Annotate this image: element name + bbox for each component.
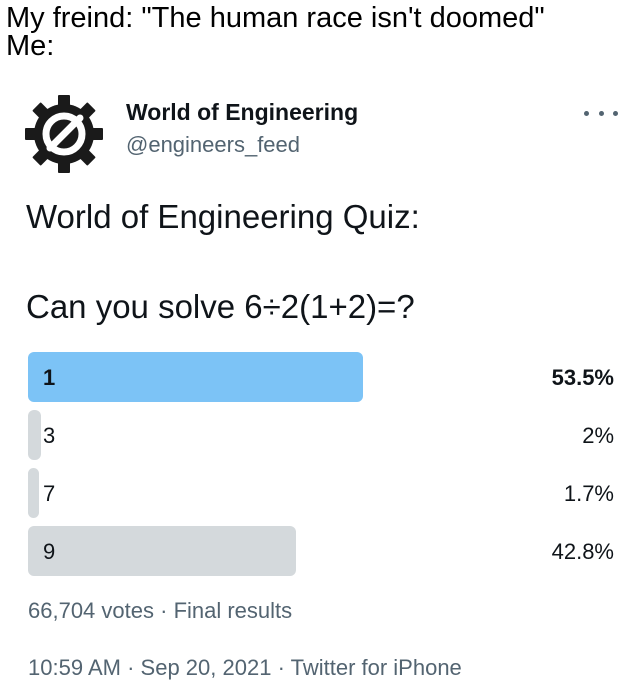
tweet-date[interactable]: Sep 20, 2021: [141, 655, 272, 680]
poll-status: Final results: [173, 598, 293, 623]
poll-option: 1 53.5%: [28, 352, 614, 402]
tweet-text-title: World of Engineering Quiz:: [26, 198, 420, 235]
more-dot: [584, 110, 589, 116]
poll-option-label: 1: [43, 365, 56, 390]
poll-option-label: 7: [43, 481, 56, 506]
poll-option: 3 2%: [28, 410, 614, 460]
author-display-name[interactable]: World of Engineering: [126, 99, 358, 126]
gear-logo-icon[interactable]: [22, 92, 106, 176]
poll-option-bar: [28, 352, 363, 402]
poll: 1 53.5% 3 2% 7 1.7% 9 42.8%: [28, 352, 614, 584]
poll-option-percent: 53.5%: [551, 365, 614, 390]
tweet-card: World of Engineering @engineers_feed Wor…: [0, 0, 640, 694]
poll-option-bar: [28, 468, 39, 518]
author-handle[interactable]: @engineers_feed: [126, 132, 300, 158]
poll-option-label: 9: [43, 539, 56, 564]
poll-option-bar: [28, 526, 296, 576]
poll-option-percent: 1.7%: [563, 481, 614, 506]
poll-vote-count: 66,704 votes: [28, 598, 154, 623]
poll-option: 9 42.8%: [28, 526, 614, 576]
more-dot: [598, 110, 604, 116]
poll-option: 7 1.7%: [28, 468, 614, 518]
separator: ·: [277, 655, 285, 680]
tweet-time[interactable]: 10:59 AM: [28, 655, 121, 680]
more-options-icon[interactable]: [584, 103, 618, 123]
poll-option-percent: 42.8%: [551, 539, 614, 564]
poll-option-bar: [28, 410, 41, 460]
tweet-timestamp: 10:59 AM · Sep 20, 2021 · Twitter for iP…: [28, 655, 462, 681]
poll-option-percent: 2%: [582, 423, 614, 448]
poll-meta: 66,704 votes · Final results: [28, 598, 292, 624]
poll-option-label: 3: [43, 423, 56, 448]
tweet-text-question: Can you solve 6÷2(1+2)=?: [26, 288, 415, 325]
separator: ·: [127, 655, 135, 680]
more-dot: [613, 110, 618, 116]
separator: ·: [160, 598, 168, 623]
tweet-source[interactable]: Twitter for iPhone: [291, 655, 462, 680]
